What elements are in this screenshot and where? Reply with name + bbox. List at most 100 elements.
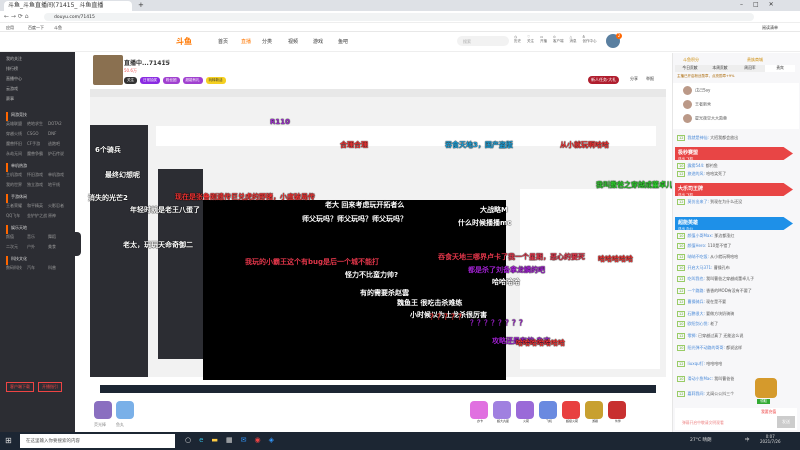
store-icon[interactable]: ▦ bbox=[226, 436, 233, 444]
category-link[interactable]: 颜值 bbox=[6, 234, 27, 240]
explorer-icon[interactable]: ▬ bbox=[211, 436, 218, 444]
chat-username[interactable]: 吃叫我也: bbox=[687, 276, 704, 281]
url-input[interactable]: douyu.com/71415 bbox=[44, 13, 754, 21]
client-download-button[interactable]: 客户端下载 bbox=[6, 382, 34, 392]
category-link[interactable]: 原神 bbox=[48, 213, 69, 219]
category-link[interactable]: 舞蹈 bbox=[48, 234, 69, 240]
chat-username[interactable]: 颜值Hero: bbox=[687, 243, 706, 248]
tab-champion[interactable]: 周冠军 bbox=[735, 65, 765, 72]
new-tab-button[interactable]: + bbox=[138, 1, 144, 9]
category-link[interactable]: 我的世界 bbox=[6, 182, 27, 188]
app-icon[interactable]: ◈ bbox=[269, 436, 274, 444]
category-link[interactable]: 绝地求生 bbox=[27, 121, 48, 127]
tab-vip[interactable]: 贵宾 bbox=[765, 65, 795, 72]
search-input[interactable]: 搜索 bbox=[457, 36, 509, 46]
chat-username[interactable]: 霹雳544: bbox=[687, 163, 704, 168]
recharge-link[interactable]: 我要充值 bbox=[761, 409, 776, 415]
chat-input[interactable]: 弹幕开启中敬请文明观看 bbox=[679, 417, 775, 428]
task-view-icon[interactable]: ○ bbox=[185, 436, 191, 444]
fishball-gift-icon[interactable] bbox=[116, 401, 134, 419]
input-language[interactable]: 中 bbox=[745, 437, 750, 443]
chat-username[interactable]: 我就是神仙: bbox=[687, 135, 708, 140]
windows-start-icon[interactable]: ⊞ bbox=[5, 436, 12, 445]
category-link[interactable]: 汽车 bbox=[27, 265, 48, 271]
category-link[interactable]: 王者荣耀 bbox=[6, 203, 27, 209]
category-link[interactable]: DNF bbox=[48, 131, 69, 137]
gift-item[interactable]: 火箭 bbox=[516, 401, 536, 423]
chrome-icon[interactable]: ◉ bbox=[255, 436, 261, 444]
newbie-task-button[interactable]: 新人任务·大礼 bbox=[588, 76, 620, 84]
edge-icon[interactable]: e bbox=[199, 436, 203, 444]
client-icon[interactable]: ⊙ 客户端 bbox=[553, 35, 564, 44]
chat-username[interactable]: 阳光弹不动路的哥哥: bbox=[687, 345, 724, 350]
tab-week[interactable]: 本周贡献 bbox=[705, 65, 735, 72]
treasure-chest-icon[interactable] bbox=[755, 378, 777, 398]
stream-category[interactable]: 单机 bbox=[162, 59, 170, 65]
tag-fans[interactable]: 粉丝团 bbox=[163, 77, 180, 84]
category-link[interactable]: 怀旧游戏 bbox=[27, 172, 48, 178]
chat-username[interactable]: liuxqu钉: bbox=[687, 361, 705, 366]
chat-username[interactable]: 零狮: bbox=[687, 333, 696, 338]
category-link[interactable]: 金铲铲之战 bbox=[27, 213, 48, 219]
category-link[interactable]: 逃跑吧 bbox=[48, 141, 69, 147]
share-button[interactable]: 分享 bbox=[630, 76, 638, 82]
follow-icon[interactable]: ♡ 关注 bbox=[527, 35, 534, 44]
category-link[interactable]: 户外 bbox=[27, 244, 48, 250]
report-button[interactable]: 举报 bbox=[646, 76, 654, 82]
nav-home[interactable]: 首页 bbox=[218, 38, 228, 45]
chat-username[interactable]: 滑动小鱼Mac: bbox=[687, 376, 712, 381]
bookmark-baidu[interactable]: 百度一下 bbox=[28, 25, 44, 31]
streamer-avatar[interactable] bbox=[93, 55, 123, 85]
category-link[interactable]: 数码科技 bbox=[6, 265, 27, 271]
nav-live[interactable]: 直播 bbox=[241, 38, 251, 45]
nav-fishbar[interactable]: 鱼吧 bbox=[338, 38, 348, 45]
browser-tab[interactable]: 斗鱼_斗鱼直播间(71415_ 斗鱼直播 bbox=[4, 1, 132, 11]
category-link[interactable]: 独立游戏 bbox=[27, 182, 48, 188]
send-button[interactable]: 发送 bbox=[777, 416, 795, 428]
nav-video[interactable]: 视频 bbox=[288, 38, 298, 45]
chat-username[interactable]: 石鹏很大: bbox=[687, 311, 704, 316]
tag-gift[interactable]: 超能有礼 bbox=[182, 77, 203, 84]
nav-games[interactable]: 游戏 bbox=[313, 38, 323, 45]
creator-icon[interactable]: ♁ 创作中心 bbox=[583, 35, 597, 44]
gift-item[interactable]: 飞机 bbox=[539, 401, 559, 423]
gift-item[interactable]: 超大丸星 bbox=[493, 401, 513, 423]
gift-item[interactable]: 超级火箭 bbox=[562, 401, 582, 423]
category-link[interactable]: 和平精英 bbox=[27, 203, 48, 209]
category-link[interactable]: DOTA2 bbox=[48, 121, 69, 127]
category-link[interactable]: CF手游 bbox=[27, 141, 48, 147]
sidebar-item-cloud-game[interactable]: 云游戏 bbox=[6, 86, 69, 96]
category-link[interactable]: 穿越火线 bbox=[6, 131, 27, 137]
glowstick-gift-icon[interactable] bbox=[94, 401, 112, 419]
category-link[interactable]: 单机游戏 bbox=[48, 172, 69, 178]
taskbar-search[interactable]: 在这里输入你要搜索的内容 bbox=[20, 434, 175, 448]
category-link[interactable]: 音乐 bbox=[27, 234, 48, 240]
broadcast-icon[interactable]: ▭ 开播 bbox=[540, 35, 547, 44]
window-controls[interactable]: –□✕ bbox=[740, 1, 784, 8]
sidebar-item-live-center[interactable]: 直播中心 bbox=[6, 76, 69, 86]
chat-username[interactable]: 开启大马371: bbox=[687, 265, 712, 270]
sidebar-collapse-handle[interactable] bbox=[75, 232, 81, 256]
category-link[interactable]: 永劫无间 bbox=[6, 151, 27, 157]
weather[interactable]: 27°C 晴朗 bbox=[690, 437, 712, 443]
category-link[interactable]: 科普 bbox=[48, 265, 69, 271]
category-link[interactable]: 二次元 bbox=[6, 244, 27, 250]
category-link[interactable]: 主机游戏 bbox=[6, 172, 27, 178]
gift-item[interactable]: 游艇 bbox=[585, 401, 605, 423]
douyu-logo[interactable]: 斗鱼 bbox=[176, 36, 192, 47]
chat-username[interactable]: 嘉莉我间: bbox=[687, 391, 704, 396]
chat-username[interactable]: 颜值小哥Max: bbox=[687, 233, 713, 238]
category-link[interactable]: 地平线 bbox=[48, 182, 69, 188]
tag-lottery[interactable]: 日常抽奖 bbox=[140, 77, 160, 84]
chest-claim-button[interactable]: 领取 bbox=[757, 399, 770, 404]
sidebar-item-following[interactable]: 我的关注 bbox=[6, 56, 69, 66]
follow-button[interactable]: 关注 bbox=[124, 77, 137, 84]
sidebar-item-esports[interactable]: 赛事 bbox=[6, 96, 69, 106]
category-link[interactable]: 炉石传说 bbox=[48, 151, 69, 157]
chat-username[interactable]: 莫仿出来了: bbox=[687, 199, 708, 204]
category-link[interactable]: CSGO bbox=[27, 131, 48, 137]
nav-category[interactable]: 分类 bbox=[262, 38, 272, 45]
bookmark-douyu[interactable]: 斗鱼 bbox=[54, 25, 62, 31]
chat-username[interactable]: 呐呐不吃饭: bbox=[687, 254, 708, 259]
chat-username[interactable]: 一个路路: bbox=[687, 288, 704, 293]
